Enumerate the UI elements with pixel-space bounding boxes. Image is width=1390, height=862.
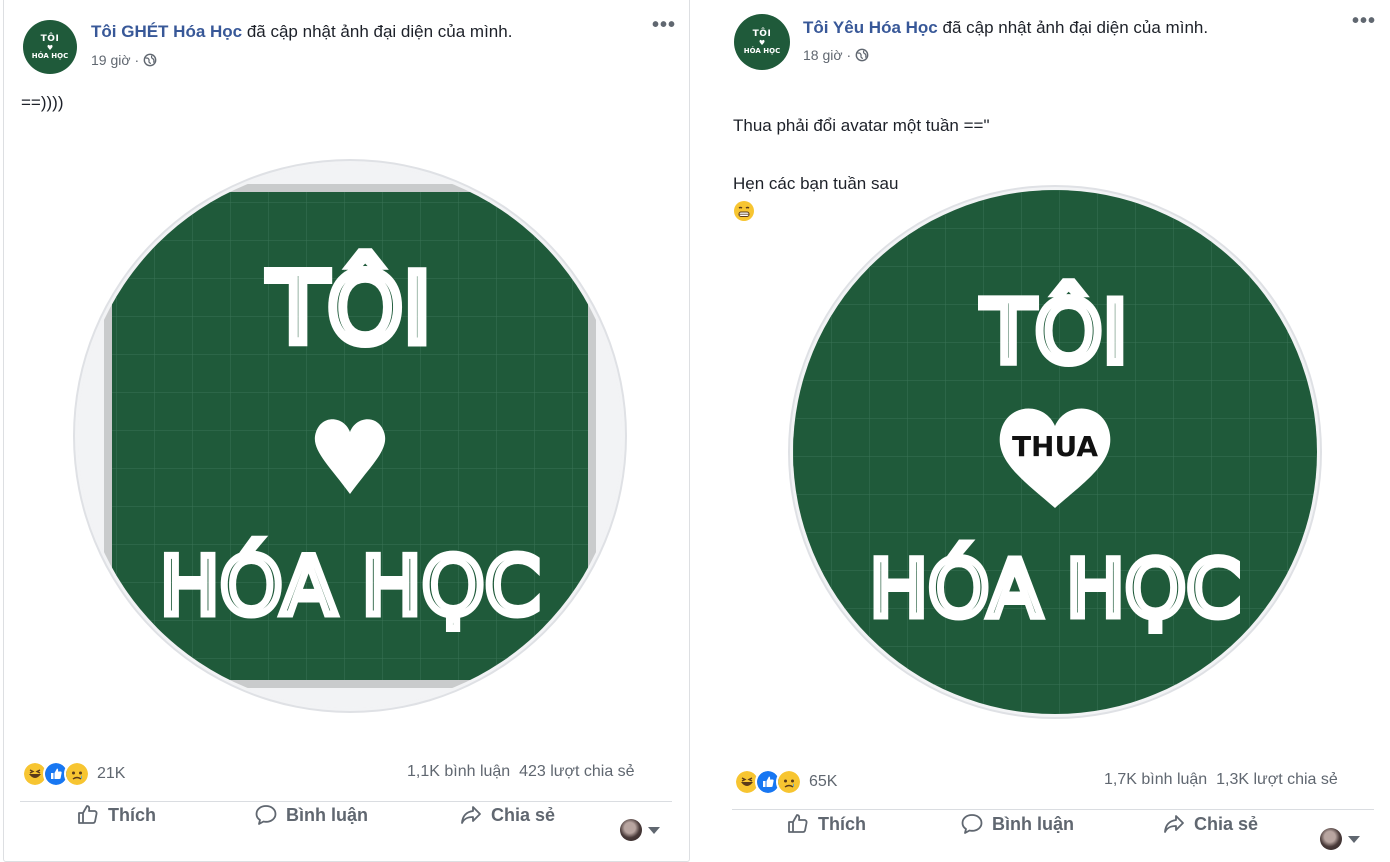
more-options-button[interactable]: ••• [1352, 10, 1376, 33]
comment-count-link[interactable]: 1,7K bình luận [1104, 771, 1207, 788]
avatar-text-top: TÔI [752, 28, 772, 39]
page-avatar[interactable]: TÔI ♥ HÓA HỌC [734, 14, 790, 70]
sad-reaction-icon [64, 761, 90, 787]
comment-label: Bình luận [992, 813, 1074, 834]
share-icon [1164, 815, 1184, 833]
reaction-summary[interactable]: 65K [734, 769, 837, 795]
post-action-text: đã cập nhật ảnh đại diện của mình. [937, 18, 1209, 37]
chalkboard-image: TÔI HÓA HỌC [78, 164, 622, 708]
caption-line: Thua phải đổi avatar một tuần ==" [733, 116, 990, 135]
meta-dot: · [846, 47, 852, 63]
chalkboard-image: TÔI THUA HÓA HỌC [793, 190, 1317, 714]
photo-text-bottom: HÓA HỌC [160, 539, 541, 633]
avatar-text-bottom: HÓA HỌC [743, 46, 781, 55]
page-avatar[interactable]: TÔI ♥ HÓA HỌC [23, 20, 77, 74]
reaction-count[interactable]: 65K [809, 773, 837, 791]
photo-text-top: TÔI [981, 282, 1128, 383]
chevron-down-icon [648, 826, 660, 834]
globe-icon[interactable] [855, 48, 869, 62]
profile-photo[interactable]: TÔI HÓA HỌC [78, 164, 622, 708]
share-count-link[interactable]: 1,3K lượt chia sẻ [1216, 771, 1338, 788]
reaction-count[interactable]: 21K [97, 765, 125, 783]
thumbs-up-icon [78, 805, 98, 824]
sad-reaction-icon [776, 769, 802, 795]
post-timestamp[interactable]: 18 giờ [803, 47, 843, 63]
post-card: TÔI ♥ HÓA HỌC Tôi Yêu Hóa Học đã cập nhậ… [716, 0, 1390, 862]
share-label: Chia sẻ [1194, 813, 1259, 834]
share-count-link[interactable]: 423 lượt chia sẻ [519, 763, 634, 780]
photo-text-bottom: HÓA HỌC [869, 543, 1240, 635]
share-icon [461, 806, 481, 824]
engagement-stats: 1,1K bình luận 423 lượt chia sẻ [407, 763, 635, 781]
like-button[interactable]: Thích [76, 803, 156, 827]
post-caption: ==)))) [21, 93, 64, 112]
post-as-selector[interactable] [1320, 828, 1360, 850]
post-as-selector[interactable] [620, 819, 660, 841]
share-label: Chia sẻ [491, 804, 556, 825]
profile-photo[interactable]: TÔI THUA HÓA HỌC [793, 190, 1317, 714]
like-button[interactable]: Thích [786, 812, 866, 836]
comment-label: Bình luận [286, 804, 368, 825]
meta-dot: · [134, 52, 140, 68]
grimace-emoji-icon [734, 201, 754, 221]
divider [20, 801, 672, 802]
thumbs-up-icon [788, 814, 808, 833]
caption-text: Hẹn các bạn tuần sau [733, 174, 899, 193]
photo-text-top: TÔI [268, 252, 432, 365]
more-options-button[interactable]: ••• [652, 14, 676, 37]
post-header: Tôi Yêu Hóa Học đã cập nhật ảnh đại diện… [803, 18, 1208, 38]
user-avatar [620, 819, 642, 841]
page-name-link[interactable]: Tôi GHÉT Hóa Học [91, 22, 242, 41]
comment-button[interactable]: Bình luận [254, 803, 368, 827]
share-button[interactable]: Chia sẻ [459, 803, 555, 827]
page-name-link[interactable]: Tôi Yêu Hóa Học [803, 18, 938, 37]
avatar-heart: ♥ [46, 43, 54, 52]
comment-count-link[interactable]: 1,1K bình luận [407, 763, 510, 780]
post-timestamp[interactable]: 19 giờ [91, 52, 131, 68]
heart-text: THUA [1012, 430, 1098, 463]
post-header: Tôi GHÉT Hóa Học đã cập nhật ảnh đại diệ… [91, 22, 512, 42]
post-meta: 19 giờ · [91, 52, 157, 68]
post-card: TÔI ♥ HÓA HỌC Tôi GHÉT Hóa Học đã cập nh… [3, 0, 690, 862]
post-action-text: đã cập nhật ảnh đại diện của mình. [242, 22, 513, 41]
avatar-text-bottom: HÓA HỌC [31, 51, 69, 60]
divider [732, 809, 1374, 810]
comment-icon [255, 805, 277, 825]
engagement-stats: 1,7K bình luận 1,3K lượt chia sẻ [1104, 771, 1338, 789]
post-meta: 18 giờ · [803, 47, 869, 63]
comment-button[interactable]: Bình luận [960, 812, 1074, 836]
avatar-text-top: TÔI [40, 33, 60, 44]
comment-icon [961, 814, 983, 834]
like-label: Thích [108, 804, 156, 825]
like-label: Thích [818, 813, 866, 834]
avatar-heart: ♥ [758, 38, 766, 47]
user-avatar [1320, 828, 1342, 850]
share-button[interactable]: Chia sẻ [1162, 812, 1258, 836]
chevron-down-icon [1348, 835, 1360, 843]
reaction-summary[interactable]: 21K [22, 761, 125, 787]
globe-icon[interactable] [143, 53, 157, 67]
